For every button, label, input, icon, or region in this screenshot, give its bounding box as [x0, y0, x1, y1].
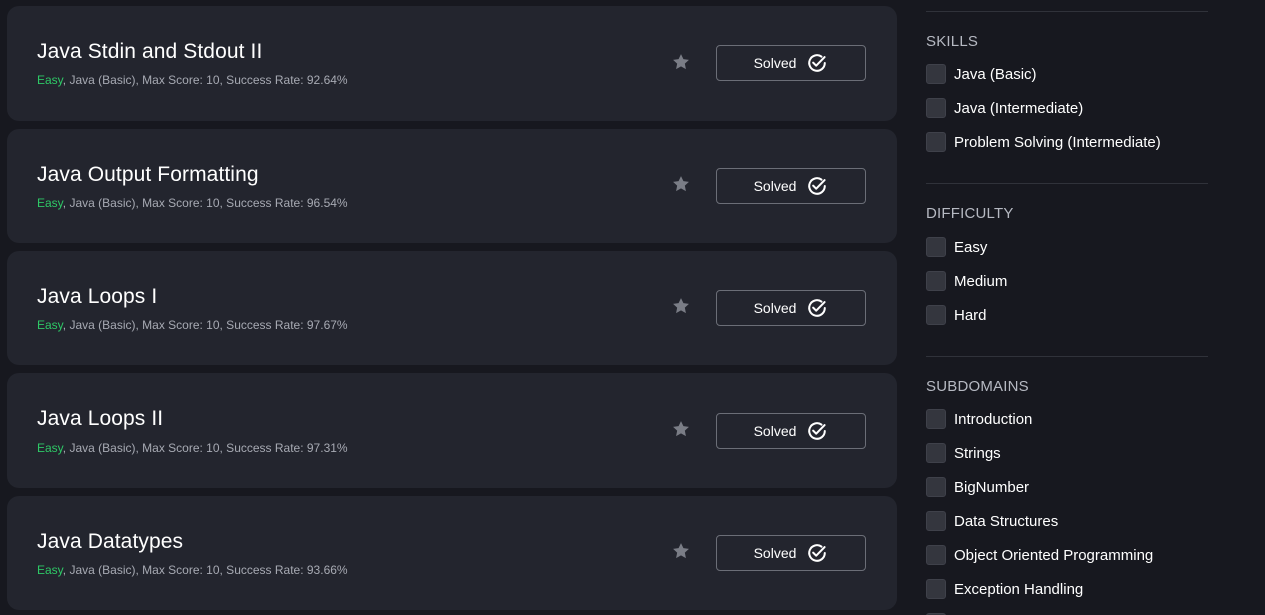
checkbox[interactable]	[926, 132, 946, 152]
check-circle-icon	[808, 299, 827, 317]
difficulty-label: Easy	[37, 441, 63, 455]
filter-label: BigNumber	[954, 478, 1030, 496]
difficulty-label: Easy	[37, 563, 63, 577]
challenge-details: , Java (Basic), Max Score: 10, Success R…	[62, 441, 348, 455]
challenge-card[interactable]: Java Stdin and Stdout II Easy, Java (Bas…	[7, 6, 897, 121]
filter-label: Problem Solving (Intermediate)	[954, 133, 1161, 151]
checkbox[interactable]	[926, 237, 946, 257]
challenge-title[interactable]: Java Stdin and Stdout II	[37, 40, 262, 64]
checkbox[interactable]	[926, 409, 946, 429]
skills-heading: SKILLS	[926, 33, 979, 50]
checkbox[interactable]	[926, 579, 946, 599]
checkbox[interactable]	[926, 443, 946, 463]
solved-button[interactable]: Solved	[716, 168, 866, 204]
difficulty-label: Easy	[37, 196, 63, 210]
filter-difficulty-hard[interactable]: Hard	[926, 304, 987, 326]
challenge-title[interactable]: Java Loops II	[37, 407, 163, 431]
challenge-details: , Java (Basic), Max Score: 10, Success R…	[62, 73, 348, 87]
solved-button[interactable]: Solved	[716, 413, 866, 449]
divider	[926, 11, 1208, 12]
filter-label: Strings	[954, 444, 1001, 462]
divider	[926, 183, 1208, 184]
solved-label: Solved	[753, 423, 797, 439]
filter-label: Easy	[954, 238, 988, 256]
checkbox[interactable]	[926, 511, 946, 531]
challenge-card[interactable]: Java Datatypes Easy, Java (Basic), Max S…	[7, 496, 897, 610]
difficulty-label: Easy	[37, 318, 63, 332]
challenge-meta: Easy, Java (Basic), Max Score: 10, Succe…	[37, 73, 348, 87]
filter-skill-problem-solving-intermediate[interactable]: Problem Solving (Intermediate)	[926, 131, 1161, 153]
difficulty-label: Easy	[37, 73, 63, 87]
challenge-meta: Easy, Java (Basic), Max Score: 10, Succe…	[37, 318, 348, 332]
star-icon	[673, 176, 689, 192]
star-icon	[673, 421, 689, 437]
bookmark-star-button[interactable]	[671, 541, 691, 561]
bookmark-star-button[interactable]	[671, 296, 691, 316]
solved-button[interactable]: Solved	[716, 45, 866, 81]
checkbox[interactable]	[926, 477, 946, 497]
solved-button[interactable]: Solved	[716, 535, 866, 571]
filter-label: Object Oriented Programming	[954, 546, 1154, 564]
solved-label: Solved	[753, 178, 797, 194]
divider	[926, 356, 1208, 357]
check-circle-icon	[808, 177, 827, 195]
star-icon	[673, 543, 689, 559]
challenges-page: Java Stdin and Stdout II Easy, Java (Bas…	[0, 0, 1265, 615]
filter-label: Hard	[954, 306, 987, 324]
challenge-card[interactable]: Java Loops II Easy, Java (Basic), Max Sc…	[7, 373, 897, 488]
check-circle-icon	[808, 54, 827, 72]
challenge-card[interactable]: Java Output Formatting Easy, Java (Basic…	[7, 129, 897, 243]
challenge-meta: Easy, Java (Basic), Max Score: 10, Succe…	[37, 196, 348, 210]
challenge-card[interactable]: Java Loops I Easy, Java (Basic), Max Sco…	[7, 251, 897, 365]
challenge-title[interactable]: Java Output Formatting	[37, 163, 259, 187]
checkbox[interactable]	[926, 271, 946, 291]
filter-skill-java-intermediate[interactable]: Java (Intermediate)	[926, 97, 1083, 119]
filter-difficulty-medium[interactable]: Medium	[926, 270, 1007, 292]
filter-subdomain-bignumber[interactable]: BigNumber	[926, 476, 1029, 498]
filter-subdomain-exception-handling[interactable]: Exception Handling	[926, 578, 1083, 600]
bookmark-star-button[interactable]	[671, 419, 691, 439]
challenge-title[interactable]: Java Loops I	[37, 285, 157, 309]
star-icon	[673, 298, 689, 314]
check-circle-icon	[808, 544, 827, 562]
filter-subdomain-oop[interactable]: Object Oriented Programming	[926, 544, 1153, 566]
checkbox[interactable]	[926, 98, 946, 118]
bookmark-star-button[interactable]	[671, 174, 691, 194]
solved-button[interactable]: Solved	[716, 290, 866, 326]
filter-label: Java (Intermediate)	[954, 99, 1084, 117]
filter-subdomain-introduction[interactable]: Introduction	[926, 408, 1032, 430]
challenge-details: , Java (Basic), Max Score: 10, Success R…	[62, 563, 348, 577]
checkbox[interactable]	[926, 64, 946, 84]
solved-label: Solved	[753, 300, 797, 316]
difficulty-heading: DIFFICULTY	[926, 205, 1014, 222]
filter-skill-java-basic[interactable]: Java (Basic)	[926, 63, 1037, 85]
filter-label: Medium	[954, 272, 1008, 290]
check-circle-icon	[808, 422, 827, 440]
solved-label: Solved	[753, 545, 797, 561]
filter-label: Data Structures	[954, 512, 1059, 530]
challenge-details: , Java (Basic), Max Score: 10, Success R…	[62, 318, 348, 332]
solved-label: Solved	[753, 55, 797, 71]
filter-label: Introduction	[954, 410, 1033, 428]
challenge-meta: Easy, Java (Basic), Max Score: 10, Succe…	[37, 563, 348, 577]
challenge-details: , Java (Basic), Max Score: 10, Success R…	[62, 196, 348, 210]
bookmark-star-button[interactable]	[671, 52, 691, 72]
subdomains-heading: SUBDOMAINS	[926, 378, 1029, 395]
star-icon	[673, 54, 689, 70]
filter-label: Java (Basic)	[954, 65, 1037, 83]
filter-difficulty-easy[interactable]: Easy	[926, 236, 987, 258]
checkbox[interactable]	[926, 305, 946, 325]
challenge-title[interactable]: Java Datatypes	[37, 530, 183, 554]
filter-subdomain-strings[interactable]: Strings	[926, 442, 1001, 464]
filter-label: Exception Handling	[954, 580, 1084, 598]
checkbox[interactable]	[926, 545, 946, 565]
filter-subdomain-data-structures[interactable]: Data Structures	[926, 510, 1058, 532]
challenge-meta: Easy, Java (Basic), Max Score: 10, Succe…	[37, 441, 348, 455]
